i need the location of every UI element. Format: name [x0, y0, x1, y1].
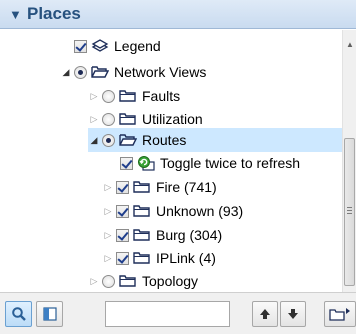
tree-item-label: Faults: [142, 88, 181, 104]
legend-icon: [91, 38, 109, 54]
folder-icon: [119, 111, 137, 127]
collapsed-arrow-icon[interactable]: ▷: [88, 275, 100, 287]
folder-icon: [119, 273, 137, 289]
folder-menu-button[interactable]: [324, 301, 356, 327]
toggle-refresh-checkbox[interactable]: [120, 156, 133, 170]
places-header[interactable]: ▼ Places: [0, 0, 356, 29]
collapsed-arrow-icon[interactable]: ▷: [88, 113, 100, 125]
folder-icon: [133, 179, 151, 195]
tree-item-label: IPLink (4): [156, 250, 216, 266]
scroll-grip-line: [347, 213, 352, 214]
vertical-scrollbar[interactable]: ▲: [342, 30, 356, 292]
folder-menu-icon: [329, 308, 350, 321]
collapsed-arrow-icon[interactable]: ▷: [88, 90, 100, 102]
search-input[interactable]: [105, 301, 230, 327]
tree-item-label: Toggle twice to refresh: [160, 155, 301, 171]
folder-open-icon: [91, 64, 109, 80]
scroll-grip-line: [347, 210, 352, 211]
faults-radio[interactable]: [102, 89, 115, 103]
burg-checkbox[interactable]: [116, 228, 129, 242]
refresh-icon: [137, 155, 155, 171]
tree-item-label: Fire (741): [156, 179, 217, 195]
scroll-grip-line: [347, 207, 352, 208]
panel-title: Places: [27, 4, 81, 23]
scroll-up-arrow-icon[interactable]: ▲: [346, 40, 354, 49]
move-up-button[interactable]: [252, 301, 278, 327]
tree-item-topology[interactable]: ▷ Topology: [88, 270, 199, 292]
tree-item-label: Burg (304): [156, 227, 223, 243]
tree-item-legend[interactable]: Legend: [74, 35, 161, 57]
tree-item-network-views[interactable]: ◢ Network Views: [60, 61, 207, 83]
folder-open-icon: [119, 132, 137, 148]
collapsed-arrow-icon[interactable]: ▷: [102, 229, 114, 241]
panel-toggle-icon: [42, 307, 57, 321]
expanded-arrow-icon[interactable]: ◢: [60, 66, 72, 78]
unknown-checkbox[interactable]: [116, 204, 129, 218]
topology-radio[interactable]: [102, 274, 115, 288]
collapsed-arrow-icon[interactable]: ▷: [102, 181, 114, 193]
routes-radio[interactable]: [102, 133, 115, 147]
arrow-down-icon: [288, 309, 298, 319]
fire-checkbox[interactable]: [116, 180, 129, 194]
bottom-toolbar: [0, 292, 356, 334]
search-button[interactable]: [5, 301, 32, 327]
network-views-radio[interactable]: [74, 65, 87, 79]
tree-item-fire[interactable]: ▷ Fire (741): [102, 176, 217, 198]
places-panel: ▼ Places Legend ◢ Network Views ▷ Faults…: [0, 0, 356, 334]
tree-item-label: Routes: [142, 132, 187, 148]
legend-checkbox[interactable]: [74, 39, 87, 53]
tree-item-routes[interactable]: ◢ Routes: [88, 128, 342, 152]
collapsed-arrow-icon[interactable]: ▷: [102, 252, 114, 264]
tree-item-label: Utilization: [142, 111, 203, 127]
tree-item-label: Unknown (93): [156, 203, 244, 219]
tree-item-label: Topology: [142, 273, 199, 289]
places-tree: Legend ◢ Network Views ▷ Faults ▷ Utiliz…: [0, 30, 342, 292]
scrollbar-thumb[interactable]: [344, 138, 355, 286]
folder-icon: [133, 203, 151, 219]
folder-icon: [133, 250, 151, 266]
tree-item-unknown[interactable]: ▷ Unknown (93): [102, 200, 244, 222]
folder-icon: [119, 88, 137, 104]
collapse-arrow-icon[interactable]: ▼: [9, 7, 22, 22]
tree-item-label: Network Views: [114, 64, 207, 80]
tree-item-iplink[interactable]: ▷ IPLink (4): [102, 247, 216, 269]
toggle-panel-button[interactable]: [36, 301, 63, 327]
arrow-up-icon: [260, 309, 270, 319]
folder-icon: [133, 227, 151, 243]
utilization-radio[interactable]: [102, 112, 115, 126]
tree-item-label: Legend: [114, 38, 161, 54]
tree-item-toggle-refresh[interactable]: Toggle twice to refresh: [120, 152, 300, 174]
iplink-checkbox[interactable]: [116, 251, 129, 265]
magnifier-icon: [11, 307, 26, 321]
collapsed-arrow-icon[interactable]: ▷: [102, 205, 114, 217]
tree-item-utilization[interactable]: ▷ Utilization: [88, 108, 203, 130]
move-down-button[interactable]: [280, 301, 306, 327]
tree-item-burg[interactable]: ▷ Burg (304): [102, 224, 223, 246]
expanded-arrow-icon[interactable]: ◢: [88, 134, 100, 146]
tree-item-faults[interactable]: ▷ Faults: [88, 85, 181, 107]
